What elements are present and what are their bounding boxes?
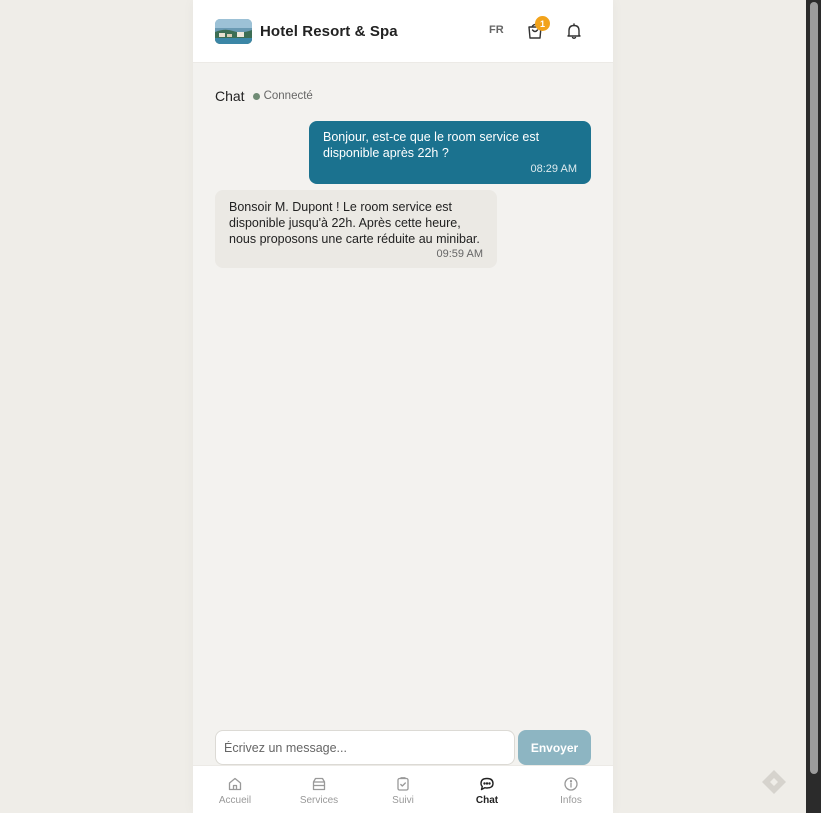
language-selector[interactable]: FR [489,24,504,36]
bottom-navigation: Accueil Services Suivi Chat Infos [193,765,613,813]
message-timestamp: 08:29 AM [530,163,577,175]
nav-label: Services [299,795,339,806]
nav-label: Suivi [392,795,414,806]
app-header: Hotel Resort & Spa FR 1 [193,0,613,63]
send-button[interactable]: Envoyer [518,730,591,765]
app-frame: Hotel Resort & Spa FR 1 Chat Connecté Bo… [193,0,613,813]
connection-status: Connecté [263,90,313,102]
online-status-dot [252,92,260,100]
nav-item-services[interactable]: Services [277,766,361,813]
message-bubble-outgoing: Bonjour, est-ce que le room service est … [309,121,591,184]
nav-item-infos[interactable]: Infos [529,766,613,813]
message-input[interactable] [215,730,515,765]
bell-icon[interactable] [565,22,583,40]
info-icon [564,777,578,791]
scrollbar-thumb[interactable] [810,2,818,774]
chat-icon [480,777,494,791]
cart-count-badge: 1 [535,16,550,31]
home-icon [228,777,242,791]
clipboard-icon [397,777,409,791]
nav-label: Infos [560,795,582,806]
message-text: Bonjour, est-ce que le room service est … [323,130,540,160]
chat-title: Chat [215,88,245,104]
message-timestamp: 09:59 AM [436,248,483,260]
message-text: Bonsoir M. Dupont ! Le room service est … [229,200,480,246]
nav-item-chat[interactable]: Chat [445,766,529,813]
nav-item-suivi[interactable]: Suivi [361,766,445,813]
message-bubble-incoming: Bonsoir M. Dupont ! Le room service est … [215,190,497,268]
services-icon [312,777,326,791]
hotel-name: Hotel Resort & Spa [260,22,398,40]
hotel-logo-icon[interactable] [215,18,252,44]
nav-label: Accueil [218,795,252,806]
message-composer: Envoyer [215,730,591,765]
chat-header: Chat Connecté [215,88,313,104]
nav-item-accueil[interactable]: Accueil [193,766,277,813]
nav-label: Chat [475,795,499,806]
devtools-logo-icon[interactable] [760,768,788,796]
